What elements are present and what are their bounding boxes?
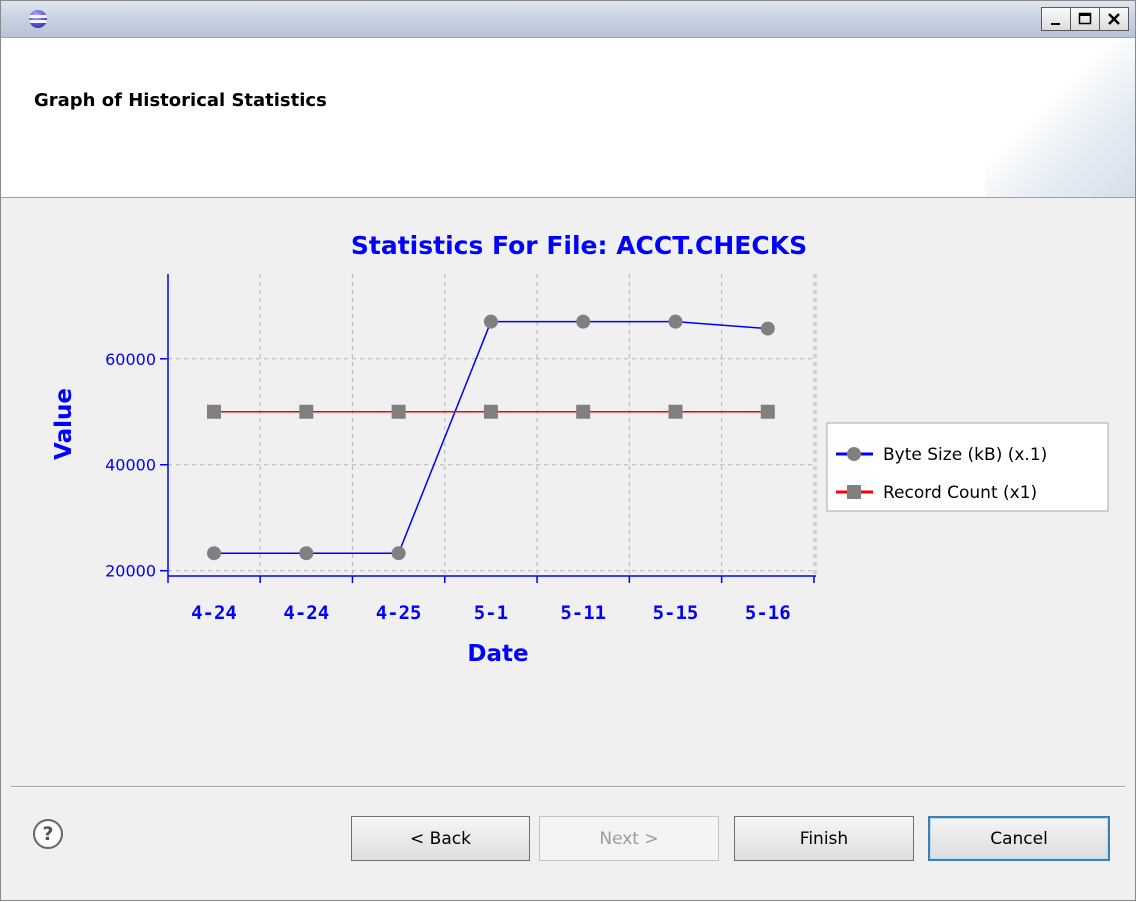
button-separator <box>11 786 1125 788</box>
y-axis-label: Value <box>51 388 77 460</box>
data-point-byte-size <box>207 546 221 561</box>
x-tick-label: 5-11 <box>560 602 606 624</box>
cancel-button[interactable]: Cancel <box>928 816 1110 861</box>
data-point-byte-size <box>299 546 314 561</box>
close-button[interactable] <box>1099 7 1129 31</box>
wizard-window: Graph of Historical Statistics Statistic… <box>0 0 1136 901</box>
legend-marker-circle <box>847 447 861 461</box>
y-tick-label: 60000 <box>105 350 156 369</box>
help-icon[interactable]: ? <box>33 819 63 849</box>
statistics-chart: Statistics For File: ACCT.CHECKS 20000 400… <box>51 231 1109 667</box>
legend-label: Record Count (x1) <box>883 483 1037 503</box>
close-icon <box>1108 13 1120 25</box>
eclipse-app-icon <box>29 10 47 28</box>
maximize-button[interactable] <box>1070 7 1100 31</box>
next-button: Next > <box>539 816 719 861</box>
y-tick-label: 40000 <box>105 456 156 475</box>
x-tick-label: 4-24 <box>283 602 329 624</box>
wizard-content: Statistics For File: ACCT.CHECKS 20000 400… <box>1 198 1135 786</box>
data-point-byte-size <box>391 546 406 561</box>
page-title: Graph of Historical Statistics <box>34 90 327 111</box>
maximize-icon <box>1078 12 1092 25</box>
x-tick-label: 4-24 <box>191 602 237 624</box>
data-point-record-count <box>760 404 775 419</box>
wizard-banner: Graph of Historical Statistics <box>1 38 1135 198</box>
x-tick-label: 5-16 <box>745 602 791 624</box>
banner-decoration <box>985 38 1135 197</box>
data-point-byte-size <box>576 314 591 329</box>
x-tick-label: 4-25 <box>376 602 422 624</box>
series-line-byte-size <box>214 320 768 554</box>
x-axis-label: Date <box>467 641 528 667</box>
data-point-record-count <box>668 404 683 419</box>
finish-button[interactable]: Finish <box>734 816 914 861</box>
data-point-record-count <box>299 404 314 419</box>
x-tick-label: 5-1 <box>474 602 508 624</box>
window-controls <box>1041 7 1129 31</box>
back-button[interactable]: < Back <box>351 816 530 861</box>
data-point-byte-size <box>483 314 498 329</box>
x-tick-label: 5-15 <box>653 602 699 624</box>
legend-marker-square <box>847 485 861 499</box>
data-point-record-count <box>391 404 406 419</box>
data-point-byte-size <box>668 314 683 329</box>
minimize-button[interactable] <box>1041 7 1071 31</box>
data-point-record-count <box>483 404 498 419</box>
data-point-record-count <box>207 404 221 419</box>
data-point-record-count <box>576 404 591 419</box>
minimize-icon <box>1051 23 1060 25</box>
y-tick-label: 20000 <box>105 562 156 581</box>
legend-label: Byte Size (kB) (x.1) <box>883 445 1047 465</box>
data-point-byte-size <box>760 321 775 336</box>
chart-title: Statistics For File: ACCT.CHECKS <box>351 231 807 260</box>
title-bar[interactable] <box>1 1 1135 38</box>
